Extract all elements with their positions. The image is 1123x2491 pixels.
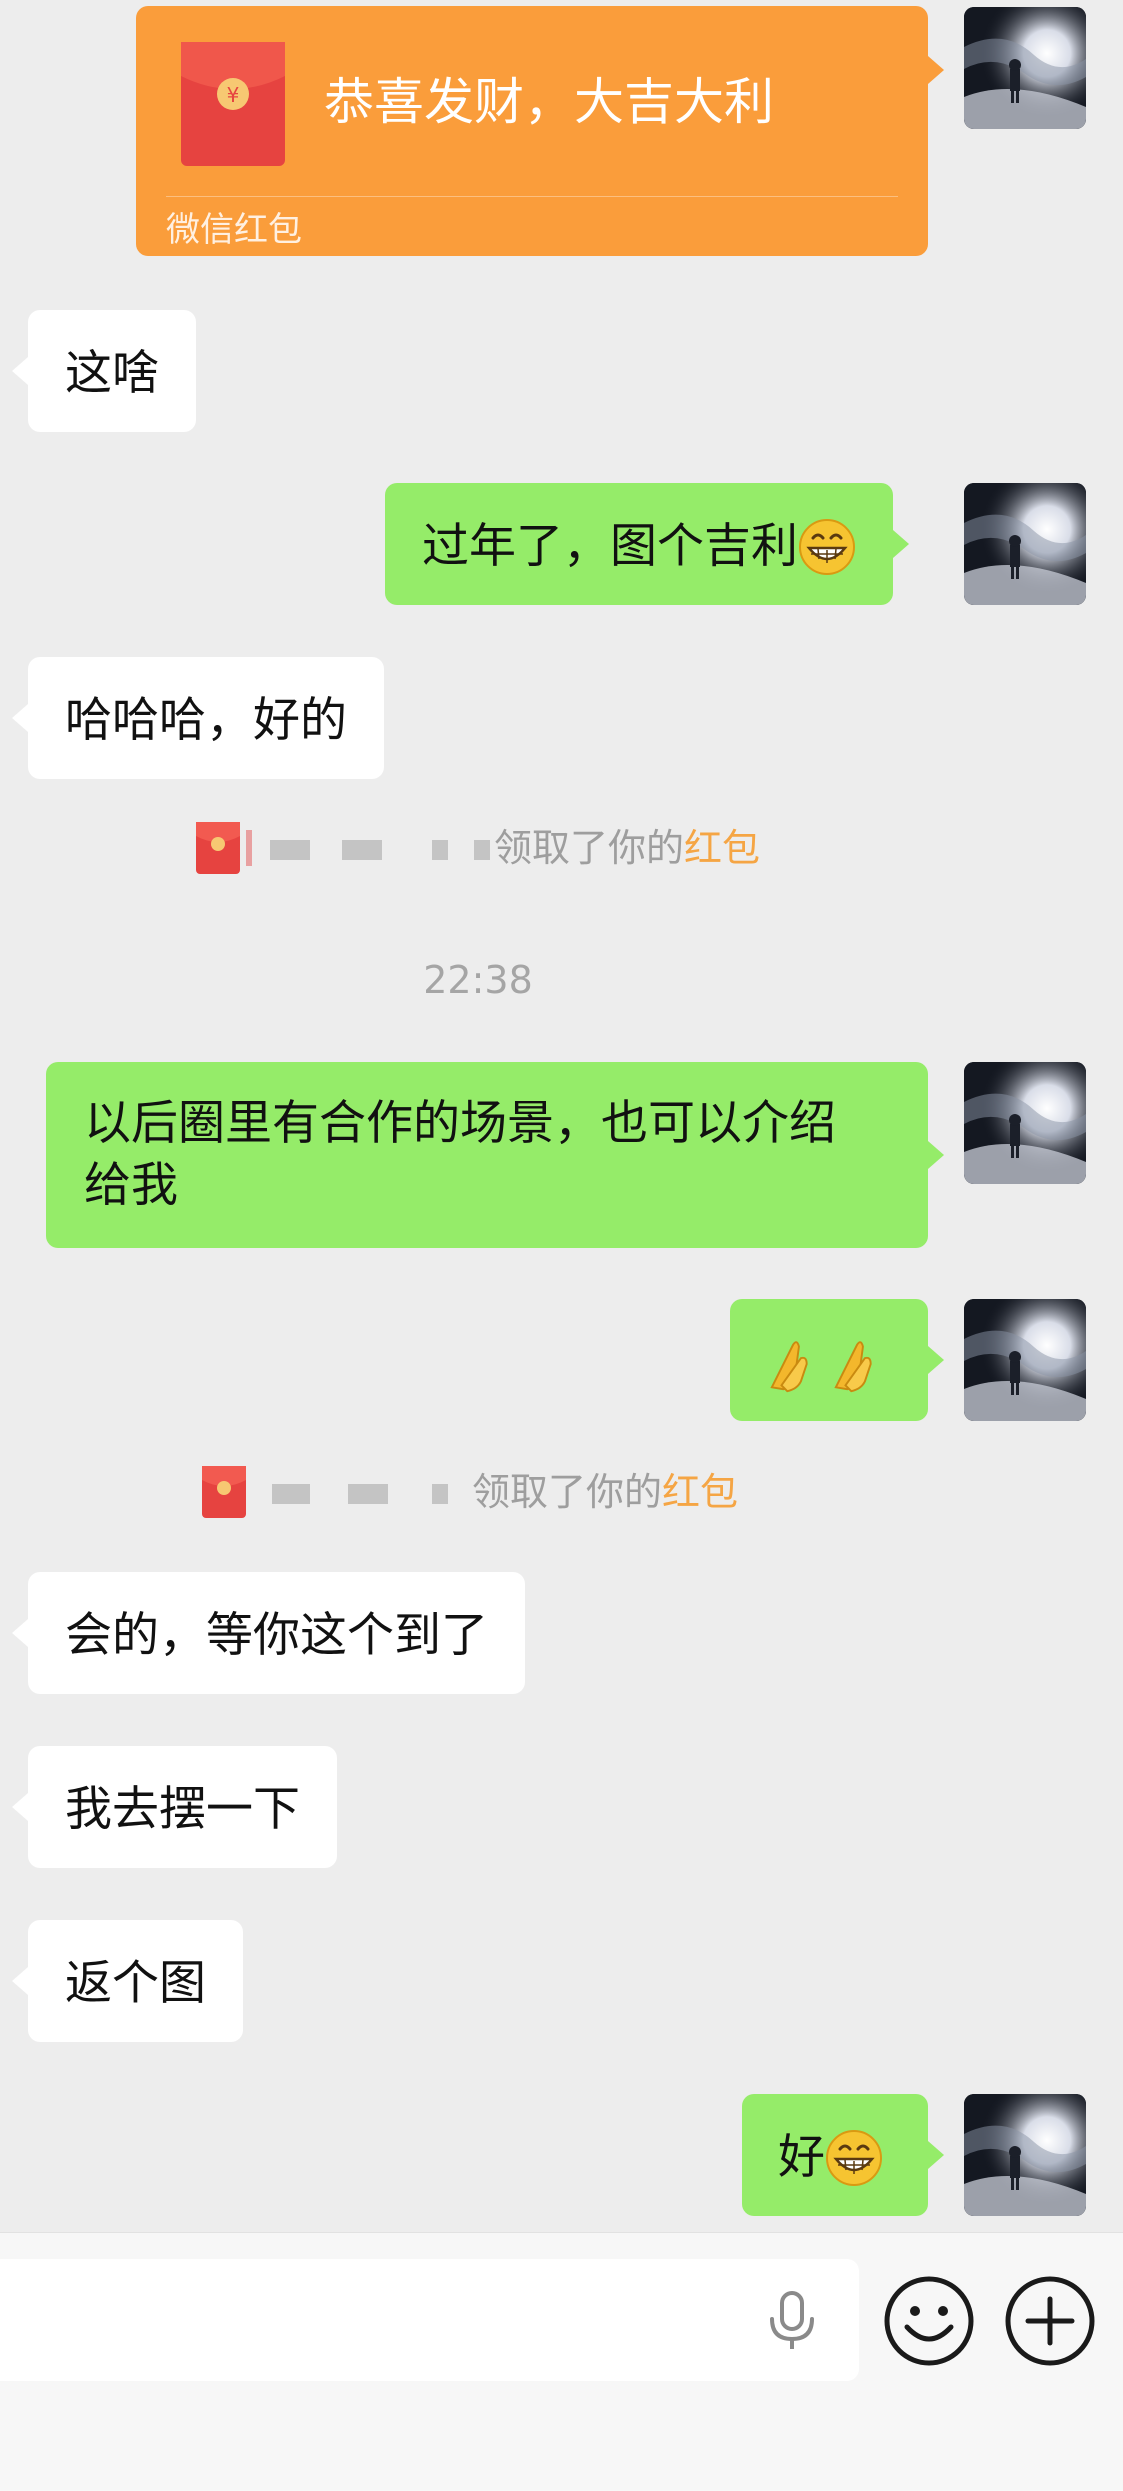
praying-hands-emoji-icon	[766, 1336, 828, 1394]
sent-message[interactable]	[730, 1299, 944, 1421]
sent-message[interactable]: 以后圈里有合作的场景，也可以介绍 给我	[46, 1062, 944, 1248]
red-envelope-small-icon	[196, 822, 240, 874]
avatar[interactable]	[964, 1299, 1086, 1421]
message-text: 会的，等你这个到了	[65, 1607, 488, 1663]
red-packet-claimed-notice: 领取了你的红包	[196, 820, 766, 876]
redacted-name	[246, 820, 491, 876]
avatar[interactable]	[964, 483, 1086, 605]
red-packet-footer: 微信红包	[166, 210, 302, 250]
avatar-image	[964, 1299, 1086, 1421]
red-envelope-small-icon	[196, 1466, 252, 1518]
received-message[interactable]: 我去摆一下	[12, 1746, 337, 1868]
red-packet-claimed-notice: 领取了你的红包	[196, 1464, 766, 1520]
red-packet-title: 恭喜发财，大吉大利	[324, 73, 774, 131]
received-message[interactable]: 哈哈哈，好的	[12, 657, 384, 779]
praying-hands-emoji-icon	[830, 1336, 892, 1394]
avatar[interactable]	[964, 2094, 1086, 2216]
message-text: 这啥	[65, 345, 159, 401]
chat-message-list[interactable]: ¥ 恭喜发财，大吉大利 微信红包 这啥 过年了，图个吉利 哈哈哈，好的 领取了你…	[0, 0, 1123, 2232]
red-packet-link[interactable]: 红包	[684, 826, 760, 870]
emoji-smiley-icon[interactable]	[881, 2273, 977, 2369]
message-text-line: 以后圈里有合作的场景，也可以介绍	[84, 1096, 836, 1151]
message-text: 好	[778, 2129, 825, 2185]
red-packet-message[interactable]: ¥ 恭喜发财，大吉大利 微信红包	[136, 6, 944, 256]
sent-message[interactable]: 好	[742, 2094, 944, 2216]
notice-text: 领取了你的	[472, 1470, 663, 1514]
grinning-face-emoji-icon	[825, 2129, 883, 2187]
grinning-face-emoji-icon	[798, 518, 856, 576]
red-envelope-icon: ¥	[181, 42, 285, 166]
received-message[interactable]: 会的，等你这个到了	[12, 1572, 525, 1694]
sent-message[interactable]: 过年了，图个吉利	[385, 483, 909, 605]
timestamp: 22:38	[423, 958, 533, 1002]
message-text: 哈哈哈，好的	[65, 692, 347, 748]
received-message[interactable]: 返个图	[12, 1920, 243, 2042]
notice-text: 领取了你的	[494, 826, 685, 870]
avatar[interactable]	[964, 1062, 1086, 1184]
avatar[interactable]	[964, 7, 1086, 129]
avatar-image	[964, 483, 1086, 605]
avatar-image	[964, 2094, 1086, 2216]
avatar-image	[964, 7, 1086, 129]
message-text: 我去摆一下	[65, 1781, 300, 1837]
message-text: 返个图	[65, 1955, 206, 2011]
svg-text:¥: ¥	[227, 83, 240, 107]
message-text-line: 给我	[84, 1158, 178, 1213]
message-text: 过年了，图个吉利	[422, 518, 798, 574]
message-input[interactable]	[0, 2259, 859, 2381]
avatar-image	[964, 1062, 1086, 1184]
plus-circle-icon[interactable]	[1002, 2273, 1098, 2369]
received-message[interactable]: 这啥	[12, 310, 196, 432]
redacted-name	[272, 1464, 452, 1520]
red-packet-divider	[166, 196, 898, 197]
red-packet-link[interactable]: 红包	[662, 1470, 738, 1514]
microphone-icon[interactable]	[762, 2289, 822, 2353]
chat-input-bar	[0, 2232, 1123, 2491]
